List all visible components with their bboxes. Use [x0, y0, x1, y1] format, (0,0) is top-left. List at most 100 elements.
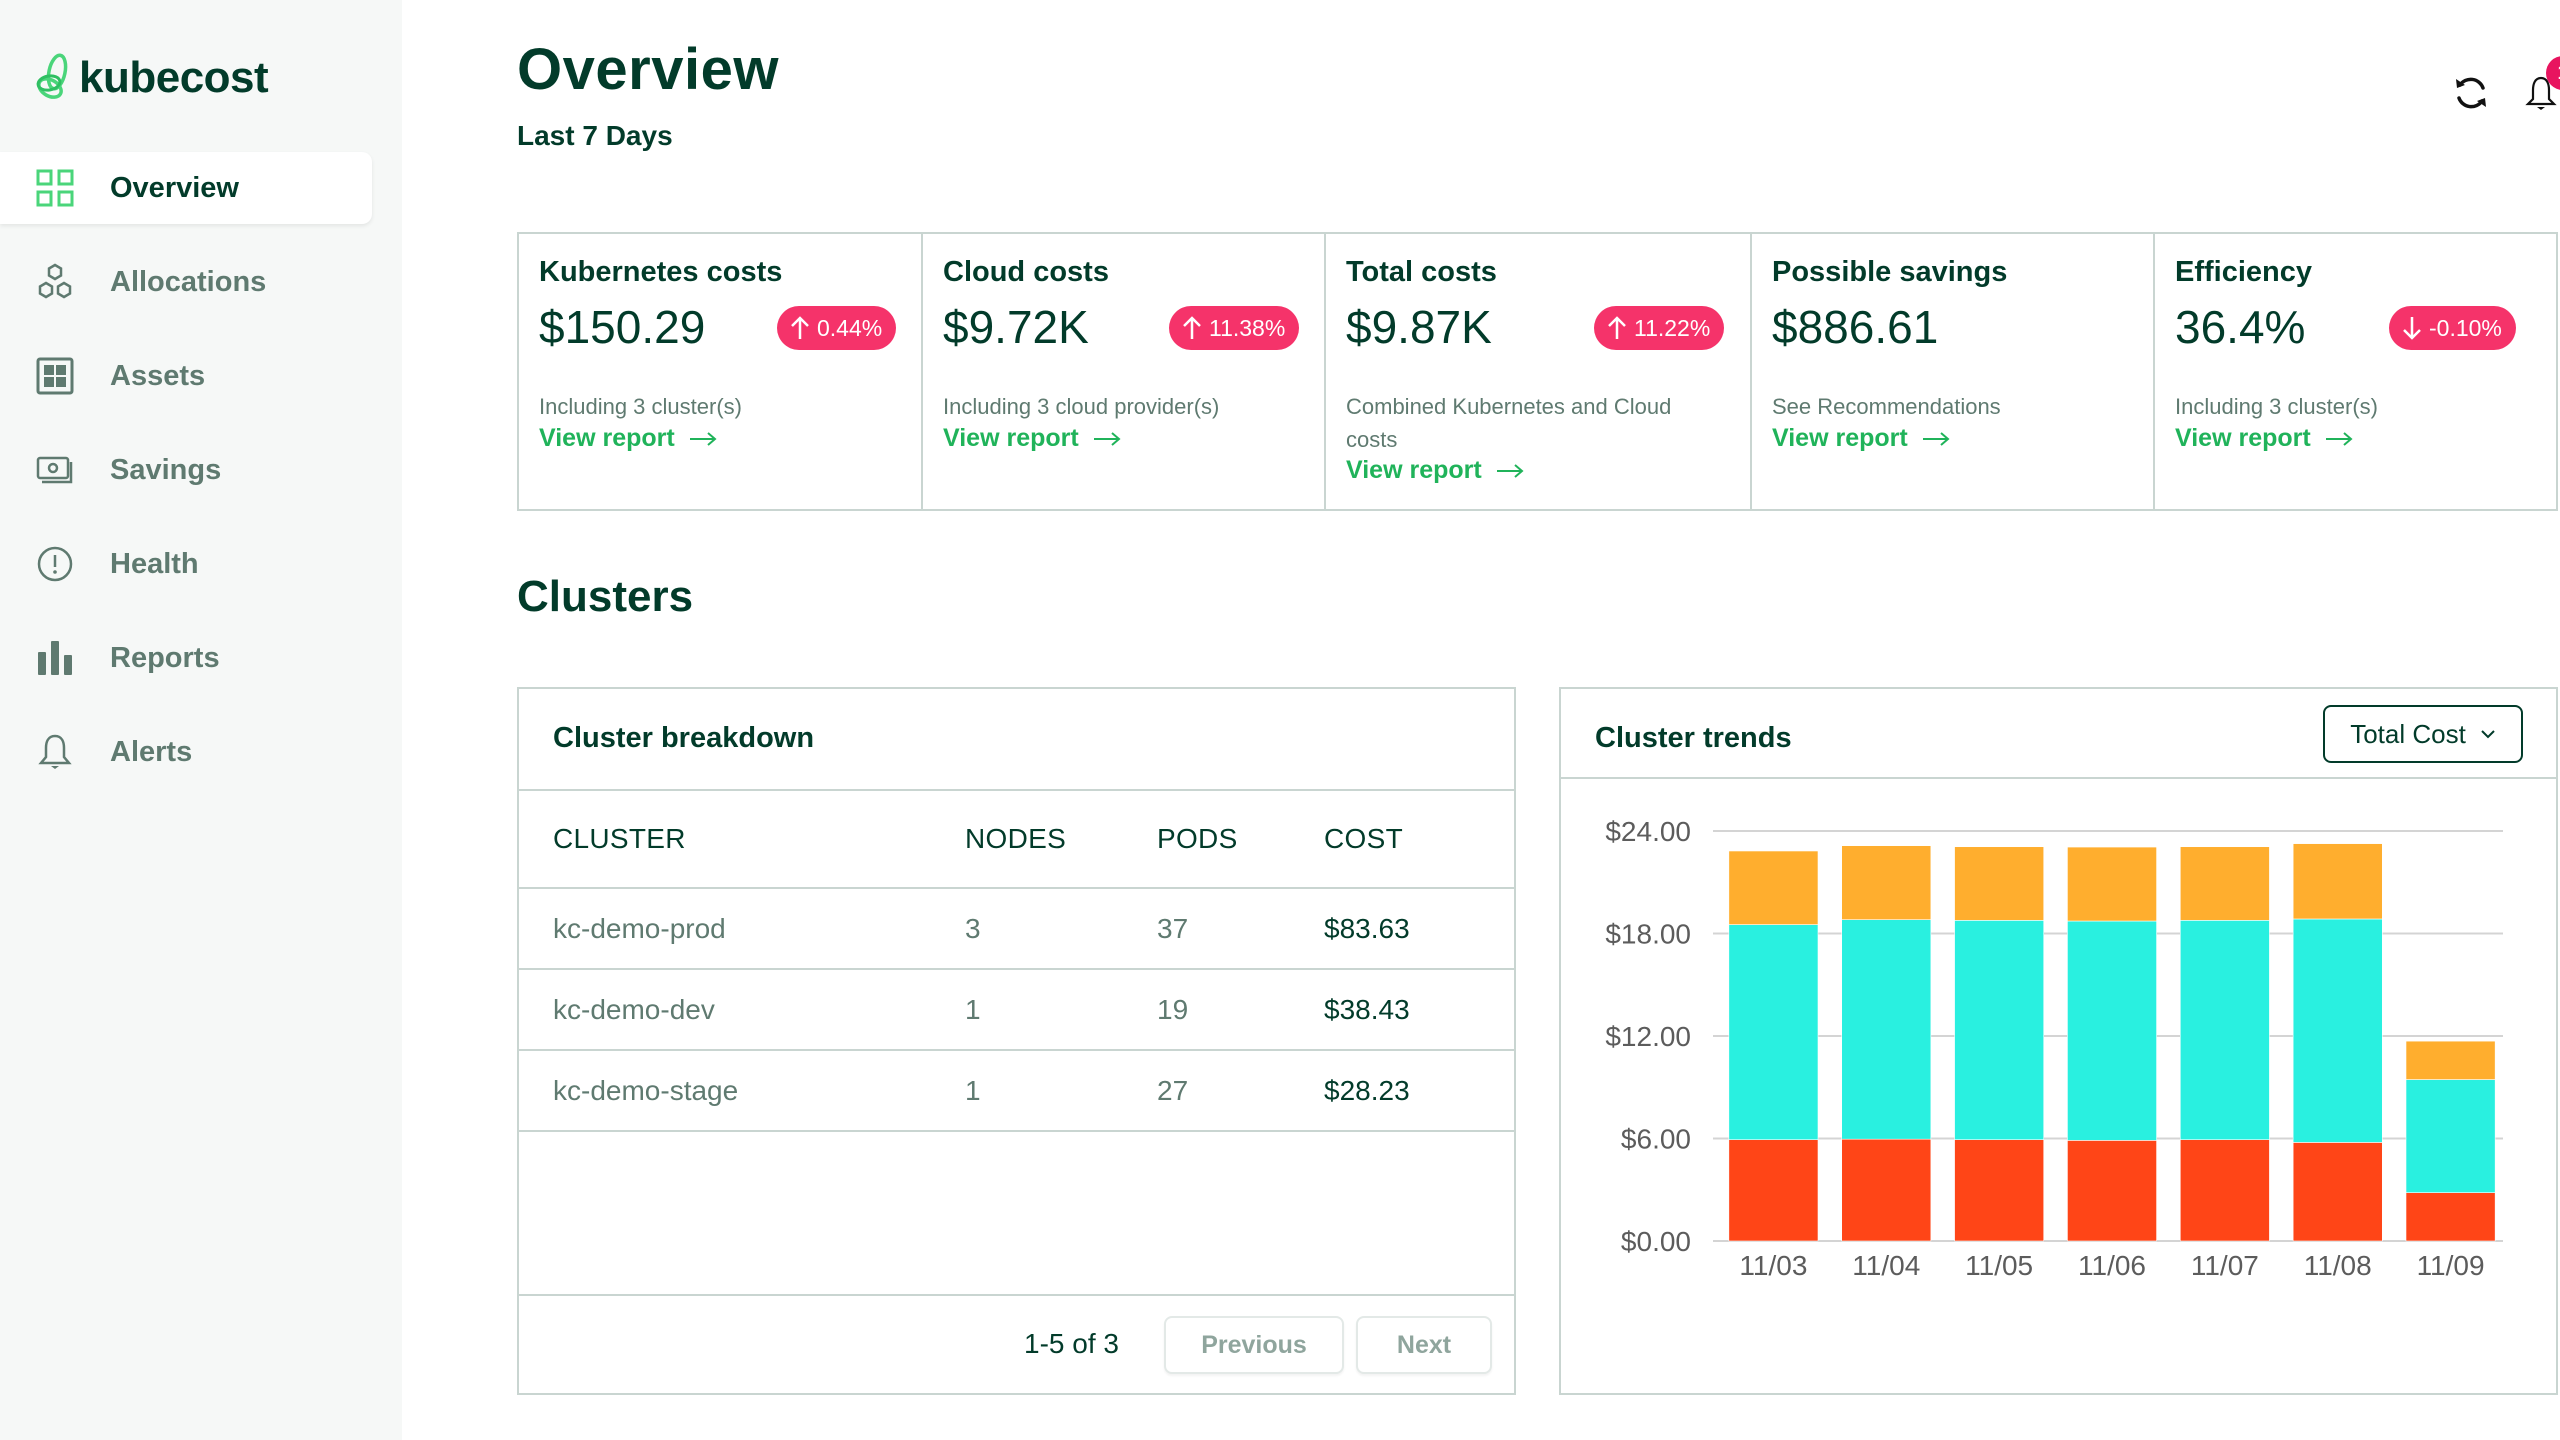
kpi-description: See Recommendations: [1772, 394, 2001, 419]
bar-segment-kc-demo-prod[interactable]: [2179, 920, 2270, 1140]
arrow-up-icon: [1608, 316, 1626, 339]
x-tick-label: 11/06: [2078, 1250, 2146, 1281]
view-report-link[interactable]: View report: [1772, 424, 1950, 453]
arrow-right-icon: [1922, 431, 1950, 446]
column-header-cluster[interactable]: CLUSTER: [553, 823, 686, 855]
date-range-label: Last 7 Days: [517, 120, 673, 151]
y-tick-label: $18.00: [1605, 919, 1691, 950]
bar-segment-kc-demo-prod[interactable]: [1728, 924, 1819, 1140]
refresh-icon: [2456, 77, 2486, 109]
bar-segment-kc-demo-stage[interactable]: [2067, 846, 2157, 922]
arrow-up-icon: [791, 316, 809, 339]
arrow-up-icon: [1183, 316, 1201, 339]
bar-segment-kc-demo-stage[interactable]: [1728, 850, 1819, 925]
column-header-nodes[interactable]: NODES: [965, 823, 1066, 855]
logo[interactable]: kubecost: [35, 50, 269, 106]
metric-select-value: Total Cost: [2350, 718, 2466, 749]
alert-circle-icon: [36, 545, 74, 583]
sidebar-item-alerts[interactable]: Alerts: [0, 716, 402, 788]
bar-segment-kc-demo-stage[interactable]: [1954, 846, 2045, 921]
x-tick-label: 11/07: [2191, 1250, 2259, 1281]
bar-segment-kc-demo-prod[interactable]: [2292, 918, 2383, 1143]
sidebar-item-health[interactable]: Health: [0, 528, 402, 600]
column-header-cost[interactable]: COST: [1324, 823, 1403, 855]
bar-segment-kc-demo-dev[interactable]: [1954, 1139, 2045, 1242]
table-row[interactable]: kc-demo-stage 1 27 $28.23: [519, 1051, 1514, 1132]
sidebar-item-label: Allocations: [110, 265, 267, 298]
pagination: 1-5 of 3 Previous Next: [519, 1294, 1514, 1393]
kpi-card-possible-savings: Possible savings $886.61 See Recommendat…: [1752, 234, 2155, 509]
kpi-title: Possible savings: [1772, 256, 2008, 288]
bar-segment-kc-demo-prod[interactable]: [1841, 919, 1932, 1140]
bar-chart-icon: [36, 639, 74, 677]
sidebar-nav: Overview Allocations Assets Savings Heal…: [0, 152, 402, 810]
bar-segment-kc-demo-dev[interactable]: [1841, 1138, 1932, 1242]
cluster-breakdown-panel: Cluster breakdown CLUSTER NODES PODS COS…: [517, 687, 1516, 1395]
table-row[interactable]: kc-demo-dev 1 19 $38.43: [519, 970, 1514, 1051]
view-report-label: View report: [2175, 424, 2311, 452]
previous-page-button[interactable]: Previous: [1164, 1316, 1344, 1374]
table-row[interactable]: kc-demo-prod 3 37 $83.63: [519, 889, 1514, 970]
bar-segment-kc-demo-dev[interactable]: [2292, 1142, 2383, 1242]
view-report-link[interactable]: View report: [1346, 456, 1524, 485]
kpi-title: Efficiency: [2175, 256, 2312, 288]
arrow-right-icon: [1496, 463, 1524, 478]
view-report-link[interactable]: View report: [2175, 424, 2353, 453]
page-title: Overview: [517, 37, 779, 102]
kpi-description: Combined Kubernetes and Cloud costs: [1346, 394, 1672, 452]
bar-segment-kc-demo-stage[interactable]: [1841, 845, 1932, 920]
kpi-value: $9.87K: [1346, 301, 1492, 353]
column-header-pods[interactable]: PODS: [1157, 823, 1238, 855]
bar-segment-kc-demo-prod[interactable]: [1954, 920, 2045, 1140]
bar-segment-kc-demo-dev[interactable]: [2405, 1192, 2496, 1242]
kpi-change-value: -0.10%: [2429, 314, 2502, 341]
sidebar-item-assets[interactable]: Assets: [0, 340, 402, 412]
sidebar: kubecost Overview Allocations Assets Sav…: [0, 0, 402, 1440]
sidebar-item-allocations[interactable]: Allocations: [0, 246, 402, 318]
bar-segment-kc-demo-dev[interactable]: [1728, 1139, 1819, 1242]
kpi-change-badge: 11.22%: [1594, 306, 1725, 350]
kpi-change-value: 11.22%: [1634, 314, 1711, 341]
sidebar-item-label: Health: [110, 547, 199, 580]
chevron-down-icon: [2481, 730, 2495, 739]
kpi-card-efficiency: Efficiency 36.4% -0.10% Including 3 clus…: [2155, 234, 2556, 509]
refresh-button[interactable]: [2448, 70, 2494, 116]
cluster-trends-chart: $0.00 $6.00 $12.00 $18.00 $24.00 11/03 11/04 11…: [1605, 816, 2503, 1281]
next-page-button[interactable]: Next: [1356, 1316, 1492, 1374]
x-tick-label: 11/08: [2304, 1250, 2372, 1281]
bar-segment-kc-demo-prod[interactable]: [2405, 1079, 2496, 1193]
sidebar-item-overview[interactable]: Overview: [0, 152, 372, 224]
x-tick-label: 11/09: [2417, 1250, 2485, 1281]
cluster-pods: 37: [1157, 912, 1189, 944]
sidebar-item-reports[interactable]: Reports: [0, 622, 402, 694]
kpi-title: Total costs: [1346, 256, 1497, 288]
bar-segment-kc-demo-dev[interactable]: [2067, 1140, 2157, 1242]
sidebar-item-savings[interactable]: Savings: [0, 434, 402, 506]
bar-segment-kc-demo-stage[interactable]: [2179, 846, 2270, 921]
view-report-link[interactable]: View report: [943, 424, 1121, 453]
view-report-link[interactable]: View report: [539, 424, 717, 453]
arrow-right-icon: [689, 431, 717, 446]
panel-title: Cluster breakdown: [553, 722, 815, 754]
kubecost-logo-icon: [36, 53, 68, 99]
cluster-pods: 27: [1157, 1074, 1189, 1106]
kpi-title: Kubernetes costs: [539, 256, 783, 288]
view-report-label: View report: [943, 424, 1079, 452]
kpi-value: $9.72K: [943, 301, 1089, 353]
metric-select[interactable]: Total Cost: [2323, 705, 2523, 763]
kpi-value: 36.4%: [2175, 301, 2306, 353]
panel-title: Cluster trends: [1595, 722, 1792, 754]
bar-segment-kc-demo-stage[interactable]: [2405, 1040, 2496, 1080]
arrow-down-icon: [2403, 317, 2421, 340]
cluster-cost: $28.23: [1324, 1074, 1410, 1106]
cluster-name: kc-demo-stage: [553, 1074, 739, 1106]
sidebar-item-label: Alerts: [110, 735, 193, 768]
bar-segment-kc-demo-stage[interactable]: [2292, 843, 2383, 920]
notifications-button[interactable]: 1: [2518, 56, 2560, 116]
kpi-description: Including 3 cloud provider(s): [943, 394, 1220, 419]
bar-segment-kc-demo-dev[interactable]: [2179, 1139, 2270, 1242]
bar-segment-kc-demo-prod[interactable]: [2067, 920, 2157, 1141]
x-tick-label: 11/04: [1852, 1250, 1920, 1281]
y-tick-label: $0.00: [1621, 1226, 1691, 1257]
kpi-change-value: 11.38%: [1209, 314, 1286, 341]
